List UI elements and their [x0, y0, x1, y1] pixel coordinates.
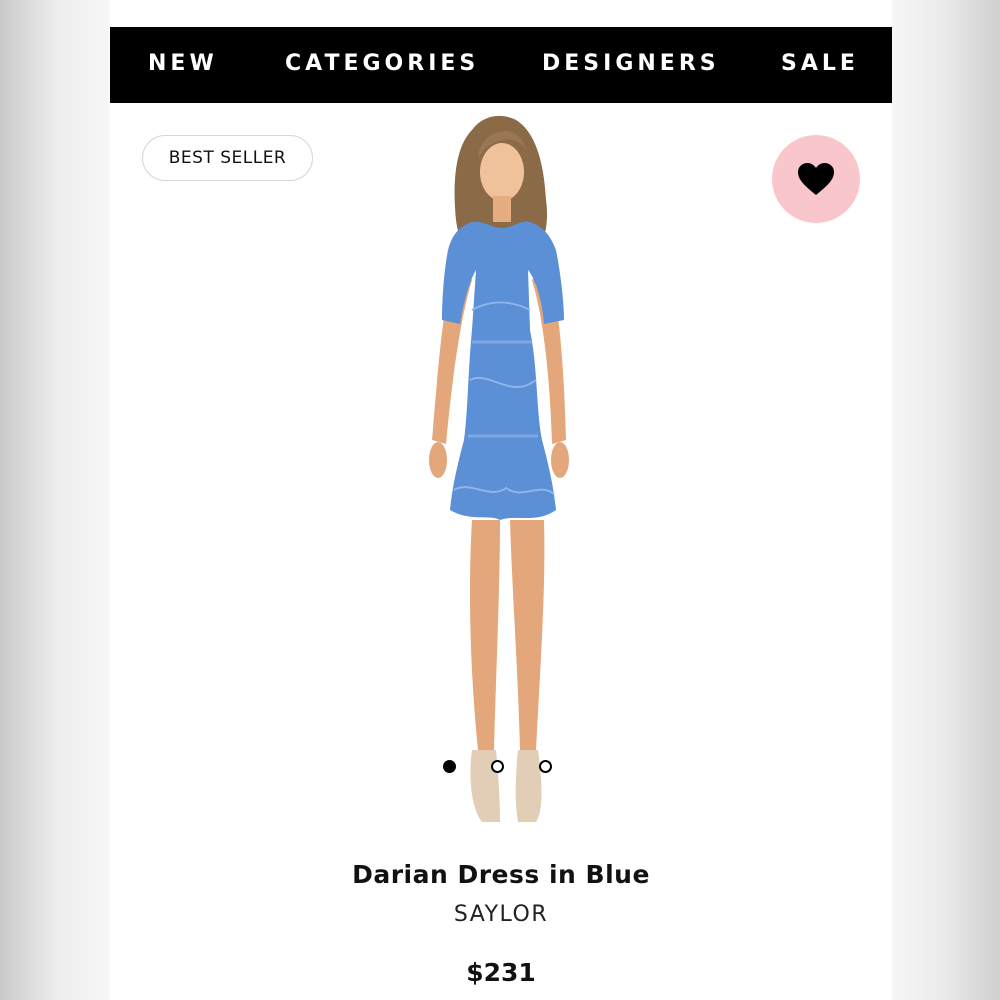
carousel-dot[interactable]	[491, 760, 504, 773]
top-navigation-bar: NEW CATEGORIES DESIGNERS SALE	[110, 27, 892, 103]
nav-item-categories[interactable]: CATEGORIES	[285, 51, 479, 76]
nav-item-sale[interactable]: SALE	[781, 51, 859, 76]
carousel-dots	[443, 760, 563, 778]
carousel-dot[interactable]	[539, 760, 552, 773]
best-seller-label: BEST SELLER	[168, 148, 287, 168]
nav-item-designers[interactable]: DESIGNERS	[542, 51, 720, 76]
heart-icon	[798, 163, 834, 195]
product-title[interactable]: Darian Dress in Blue	[110, 860, 892, 889]
product-price: $231	[466, 958, 536, 987]
carousel-dot-active[interactable]	[443, 760, 456, 773]
product-card: NEW CATEGORIES DESIGNERS SALE BEST SELLE…	[110, 0, 892, 1000]
product-photo[interactable]	[360, 110, 640, 850]
nav-item-new[interactable]: NEW	[148, 51, 218, 76]
favorite-button[interactable]	[772, 135, 860, 223]
product-brand[interactable]: SAYLOR	[110, 902, 892, 927]
best-seller-badge: BEST SELLER	[142, 135, 313, 181]
